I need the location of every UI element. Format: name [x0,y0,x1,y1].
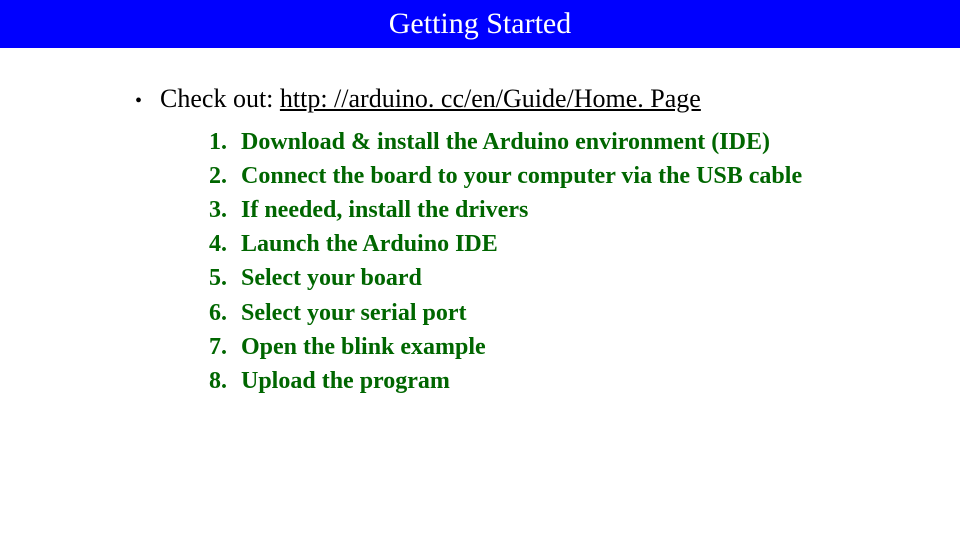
list-number: 5. [193,262,227,295]
list-text: Open the blink example [241,331,825,364]
bullet-dot-icon: • [135,90,142,113]
list-text: Launch the Arduino IDE [241,228,825,261]
list-text: Connect the board to your computer via t… [241,160,825,193]
list-number: 2. [193,160,227,193]
list-text: Download & install the Arduino environme… [241,126,825,159]
list-text: If needed, install the drivers [241,194,825,227]
list-text: Select your board [241,262,825,295]
bullet-item: • Check out: http: //arduino. cc/en/Guid… [135,84,920,114]
bullet-lead: Check out: [160,84,280,113]
list-number: 3. [193,194,227,227]
list-number: 8. [193,365,227,398]
list-text: Select your serial port [241,297,825,330]
slide-title: Getting Started [0,0,960,48]
list-number: 4. [193,228,227,261]
list-number: 1. [193,126,227,159]
bullet-text-wrapper: Check out: http: //arduino. cc/en/Guide/… [160,84,701,114]
list-text: Upload the program [241,365,825,398]
list-item: 7. Open the blink example [193,331,825,364]
list-number: 7. [193,331,227,364]
numbered-list: 1. Download & install the Arduino environ… [135,126,825,398]
slide-content: • Check out: http: //arduino. cc/en/Guid… [0,48,960,398]
guide-link[interactable]: http: //arduino. cc/en/Guide/Home. Page [280,84,701,113]
list-item: 1. Download & install the Arduino environ… [193,126,825,159]
list-item: 6. Select your serial port [193,297,825,330]
list-item: 4. Launch the Arduino IDE [193,228,825,261]
list-item: 5. Select your board [193,262,825,295]
list-item: 2. Connect the board to your computer via… [193,160,825,193]
list-item: 3. If needed, install the drivers [193,194,825,227]
list-number: 6. [193,297,227,330]
list-item: 8. Upload the program [193,365,825,398]
